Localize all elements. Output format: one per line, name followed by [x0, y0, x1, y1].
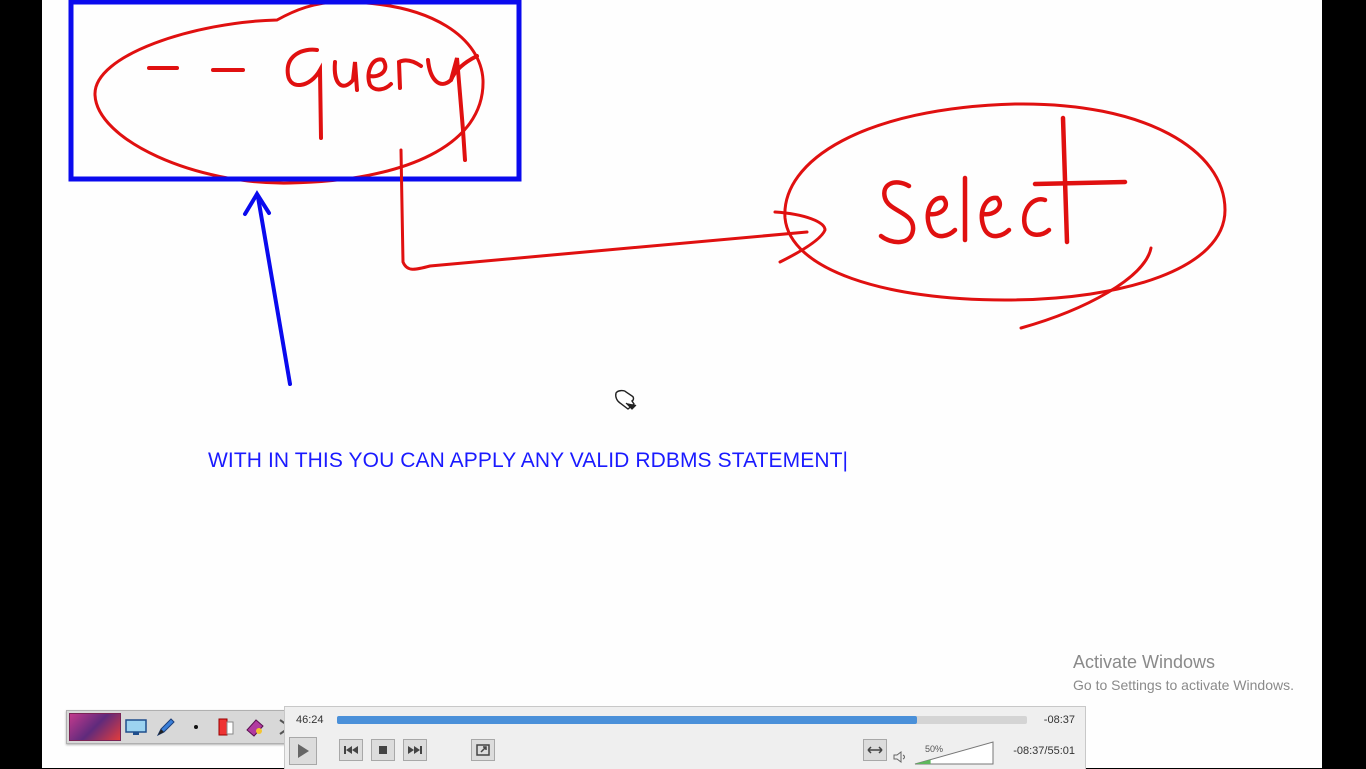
highlighter-icon[interactable]: [212, 714, 240, 740]
fullscreen-icon: [476, 744, 490, 756]
app-logo-icon[interactable]: [69, 713, 121, 741]
volume-percent: 50%: [925, 744, 944, 754]
elapsed-time: 46:24: [296, 714, 324, 726]
blue-arrow: [243, 190, 292, 386]
activate-title: Activate Windows: [1073, 652, 1216, 672]
time-duration: -08:37/55:01: [1013, 745, 1075, 757]
previous-icon: [344, 746, 358, 754]
previous-button[interactable]: [339, 739, 363, 761]
pen-toolbar: [66, 710, 302, 744]
stop-icon: [379, 746, 387, 754]
activate-windows-watermark: Activate Windows Go to Settings to activ…: [1073, 652, 1294, 693]
seek-progress: [337, 716, 917, 724]
stop-button[interactable]: [371, 739, 395, 761]
activate-subtitle: Go to Settings to activate Windows.: [1073, 677, 1294, 693]
screen-icon[interactable]: [123, 714, 151, 740]
hand-cursor-icon: [615, 389, 637, 410]
speaker-icon[interactable]: [893, 751, 907, 763]
seek-bar[interactable]: [337, 716, 1027, 724]
red-ellipse-query: [93, 0, 485, 185]
eraser-icon[interactable]: [242, 714, 270, 740]
dot-icon[interactable]: [182, 714, 210, 740]
remaining-time: -08:37: [1043, 714, 1075, 726]
aspect-ratio-button[interactable]: [863, 739, 887, 761]
play-icon: [298, 744, 309, 758]
play-button[interactable]: [289, 737, 317, 765]
pen-icon[interactable]: [152, 714, 180, 740]
next-button[interactable]: [403, 739, 427, 761]
handwritten-query: [147, 47, 479, 162]
typed-annotation-text: WITH IN THIS YOU CAN APPLY ANY VALID RDB…: [208, 449, 849, 472]
media-player-controls: 46:24 -08:37 50% -08:37/55:01: [284, 706, 1086, 769]
fullscreen-button[interactable]: [471, 739, 495, 761]
handwritten-select: [878, 115, 1128, 245]
red-ellipse-select: [783, 102, 1227, 302]
aspect-ratio-icon: [867, 746, 883, 754]
next-icon: [408, 746, 422, 754]
red-connector-arrow: [399, 148, 827, 271]
